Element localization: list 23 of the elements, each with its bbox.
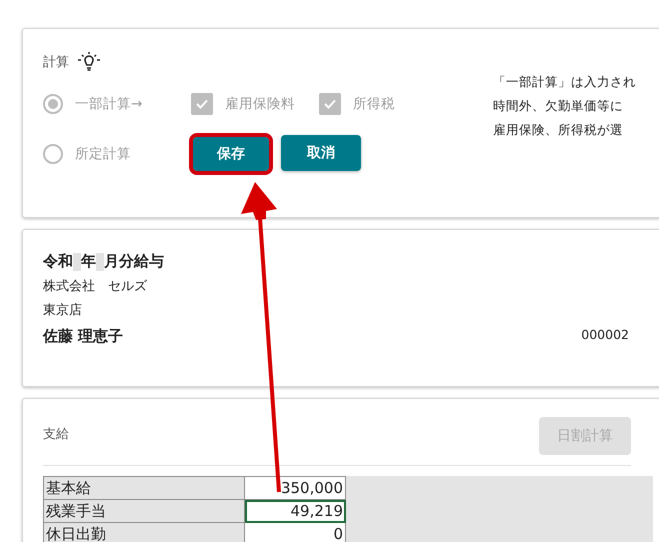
value-cell[interactable]: 49,219	[244, 500, 346, 522]
option-label: 所得税	[353, 95, 395, 113]
note-text: 時間外、欠勤単価等に	[493, 97, 624, 115]
branch-name: 東京店	[43, 302, 83, 319]
value-cell[interactable]: 0	[244, 522, 346, 542]
save-button[interactable]: 保存	[193, 137, 269, 171]
value-cell[interactable]: 350,000	[244, 476, 346, 500]
employee-name: 佐藤 理恵子	[43, 327, 124, 346]
row-label: 残業手当	[44, 500, 244, 522]
option-label: 雇用保険料	[225, 95, 295, 113]
card-title: 計算	[43, 54, 69, 71]
cancel-button[interactable]: 取消	[281, 135, 361, 171]
note-text: 雇用保険、所得税が選	[493, 121, 624, 139]
row-label: 休日出勤	[44, 522, 244, 542]
employee-number: 000002	[581, 327, 629, 344]
row-label: 基本給	[44, 476, 244, 500]
note-text: 「一部計算」は入力され	[493, 73, 636, 91]
option-label: 所定計算	[75, 145, 131, 163]
section-title: 支給	[43, 426, 69, 444]
company-name: 株式会社 セルズ	[43, 278, 148, 295]
lightbulb-icon	[77, 51, 101, 73]
option-label: 一部計算→	[75, 95, 142, 113]
payslip-heading: 令和 年 月分給与	[43, 252, 165, 271]
